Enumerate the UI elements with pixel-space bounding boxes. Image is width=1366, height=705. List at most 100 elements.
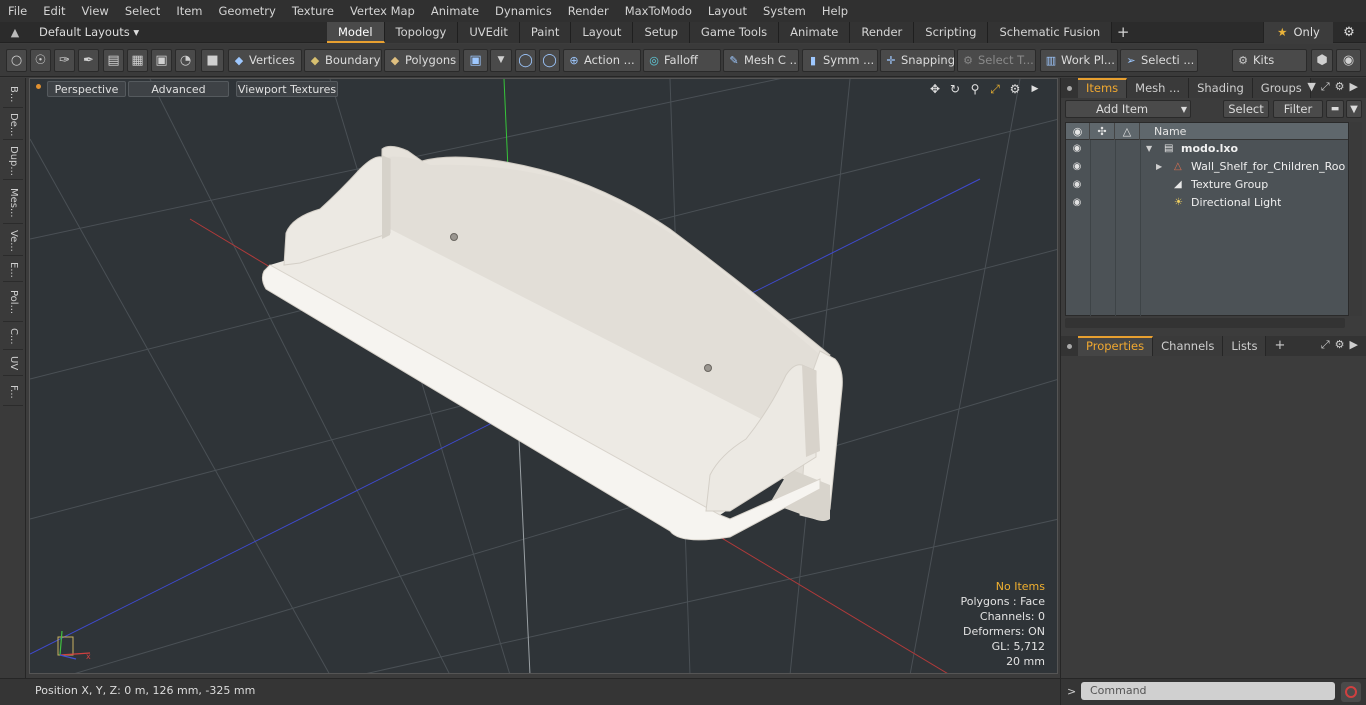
item-mode-icon[interactable]: ▣ <box>463 49 488 72</box>
tab-topology[interactable]: Topology <box>384 22 459 43</box>
list-item-directional-light[interactable]: ◉ ☀ Directional Light <box>1066 194 1348 212</box>
square-circle-icon[interactable]: ▣ <box>151 49 172 72</box>
rotate-icon[interactable]: ↻ <box>947 81 963 97</box>
snapping-button[interactable]: ✛ Snapping <box>880 49 955 72</box>
add-item-button[interactable]: Add Item ▼ <box>1065 100 1191 118</box>
tab-layout[interactable]: Layout <box>571 22 634 43</box>
advanced-button[interactable]: Advanced <box>128 81 229 97</box>
pan-move-icon[interactable]: ✥ <box>927 81 943 97</box>
unreal-logo-icon[interactable]: ◉ <box>1336 49 1361 72</box>
left-tool-b[interactable]: B... <box>3 82 23 108</box>
left-tool-mesh[interactable]: Mes... <box>3 182 23 224</box>
only-toggle[interactable]: ★ Only <box>1263 22 1333 43</box>
menu-help[interactable]: Help <box>814 0 856 22</box>
add-tab-plus-icon[interactable]: + <box>1112 22 1134 43</box>
cube-shaded-icon[interactable]: ■ <box>201 49 224 72</box>
polygons-button[interactable]: ◆ Polygons <box>384 49 460 72</box>
expand-triangle-icon[interactable]: ▼ <box>1146 140 1152 158</box>
tab-uvedit[interactable]: UVEdit <box>458 22 520 43</box>
left-tool-edge[interactable]: E... <box>3 258 23 282</box>
tab-lists[interactable]: Lists <box>1223 336 1267 356</box>
left-tool-uv[interactable]: UV <box>3 352 23 376</box>
panel-options-icons[interactable]: ▼⤢⚙▶ <box>1307 80 1363 94</box>
add-panel-tab-plus-icon[interactable]: + <box>1266 336 1293 356</box>
filter-button[interactable]: Filter <box>1273 100 1323 118</box>
collapse-icon[interactable]: ▬ <box>1326 100 1344 118</box>
zoom-search-icon[interactable]: ⚲ <box>967 81 983 97</box>
viewport-gear-icon[interactable]: ⚙ <box>1007 81 1023 97</box>
list-item-modo-lxo[interactable]: ◉ ▼ ▤ modo.lxo <box>1066 140 1348 158</box>
circle-select-icon[interactable]: ○ <box>6 49 27 72</box>
perspective-button[interactable]: Perspective <box>47 81 126 97</box>
fit-expand-icon[interactable]: ⤢ <box>987 81 1003 97</box>
menu-dynamics[interactable]: Dynamics <box>487 0 560 22</box>
brush-icon[interactable]: ✒ <box>78 49 99 72</box>
tab-schematic-fusion[interactable]: Schematic Fusion <box>988 22 1113 43</box>
menu-geometry[interactable]: Geometry <box>211 0 284 22</box>
tab-setup[interactable]: Setup <box>633 22 690 43</box>
viewport-menu-triangle-icon[interactable]: ▶ <box>1027 81 1043 97</box>
tab-game-tools[interactable]: Game Tools <box>689 22 780 43</box>
tab-channels[interactable]: Channels <box>1153 336 1224 356</box>
pie-icon[interactable]: ◔ <box>175 49 196 72</box>
align-icon[interactable]: ▤ <box>103 49 124 72</box>
menu-select[interactable]: Select <box>117 0 168 22</box>
left-tool-deform[interactable]: De... <box>3 110 23 140</box>
select-button[interactable]: Select <box>1223 100 1269 118</box>
menu-item[interactable]: Item <box>168 0 210 22</box>
eye-icon[interactable]: ◉ <box>1070 140 1084 158</box>
left-tool-polygon[interactable]: Pol... <box>3 284 23 322</box>
panel-options-icons[interactable]: ⤢⚙▶ <box>1321 338 1363 352</box>
action-center-button[interactable]: ⊕ Action ... <box>563 49 641 72</box>
menu-maxtomodo[interactable]: MaxToModo <box>617 0 700 22</box>
lock-pin-icon[interactable]: ✣ <box>1090 123 1115 140</box>
tab-items[interactable]: Items <box>1078 78 1128 98</box>
locator-axes-icon[interactable]: △ <box>1115 123 1140 140</box>
menu-edit[interactable]: Edit <box>35 0 73 22</box>
eye-icon[interactable]: ◉ <box>1070 194 1084 212</box>
item-list-hscrollbar[interactable] <box>1065 318 1345 328</box>
record-macro-button[interactable] <box>1341 682 1361 702</box>
cube-logo-icon[interactable]: ⬢ <box>1311 49 1333 72</box>
menu-view[interactable]: View <box>74 0 117 22</box>
grid-center-icon[interactable]: ▦ <box>127 49 148 72</box>
tab-animate[interactable]: Animate <box>779 22 851 43</box>
default-layouts-dropdown[interactable]: Default Layouts ▾ <box>30 22 139 43</box>
collapsed-triangle-icon[interactable]: ▶ <box>1156 158 1162 176</box>
selection-sets-button[interactable]: ➢ Selecti ... <box>1120 49 1198 72</box>
tab-shading[interactable]: Shading <box>1189 78 1253 98</box>
symmetry-button[interactable]: ▮ Symm ... <box>802 49 878 72</box>
shield-icon[interactable]: ◯ <box>539 49 560 72</box>
eye-icon[interactable]: ◉ <box>1070 158 1084 176</box>
layout-up-icon[interactable]: ▲ <box>6 24 24 41</box>
menu-animate[interactable]: Animate <box>423 0 487 22</box>
work-plane-button[interactable]: ▥ Work Pl... <box>1040 49 1118 72</box>
tab-scripting[interactable]: Scripting <box>914 22 989 43</box>
eye-icon[interactable]: ◉ <box>1070 176 1084 194</box>
falloff-button[interactable]: ◎ Falloff <box>643 49 721 72</box>
left-tool-vertex[interactable]: Ve... <box>3 226 23 256</box>
filter-funnel-icon[interactable]: ▼ <box>1346 100 1362 118</box>
boundary-button[interactable]: ◆ Boundary <box>304 49 382 72</box>
left-tool-duplicate[interactable]: Dup... <box>3 142 23 180</box>
mesh-constraint-button[interactable]: ✎ Mesh C ... <box>723 49 799 72</box>
symmetry-shield-icon[interactable]: ◯ <box>515 49 536 72</box>
viewport-textures-button[interactable]: Viewport Textures <box>236 81 338 97</box>
tab-properties[interactable]: Properties <box>1078 336 1154 356</box>
command-input[interactable]: Command <box>1081 682 1335 700</box>
left-tool-curve[interactable]: C... <box>3 324 23 350</box>
vertices-button[interactable]: ◆ Vertices <box>228 49 302 72</box>
item-list-scrollbar[interactable] <box>1350 122 1362 316</box>
name-column-header[interactable]: Name <box>1140 123 1348 140</box>
tab-mesh[interactable]: Mesh ... <box>1127 78 1190 98</box>
tab-render[interactable]: Render <box>850 22 915 43</box>
3d-viewport[interactable]: x Perspective Advanced Viewport Textures… <box>29 78 1058 674</box>
pen-icon[interactable]: ✑ <box>54 49 75 72</box>
list-item-wall-shelf[interactable]: ◉ ▶ △ Wall_Shelf_for_Children_Roo ... <box>1066 158 1348 176</box>
menu-render[interactable]: Render <box>560 0 617 22</box>
kits-button[interactable]: ⚙ Kits <box>1232 49 1307 72</box>
globe-icon[interactable]: ☉ <box>30 49 51 72</box>
tab-model[interactable]: Model <box>327 22 385 43</box>
gear-icon[interactable]: ⚙ <box>1338 22 1360 43</box>
mode-dropdown-chevron-down-icon[interactable]: ▼ <box>490 49 512 72</box>
